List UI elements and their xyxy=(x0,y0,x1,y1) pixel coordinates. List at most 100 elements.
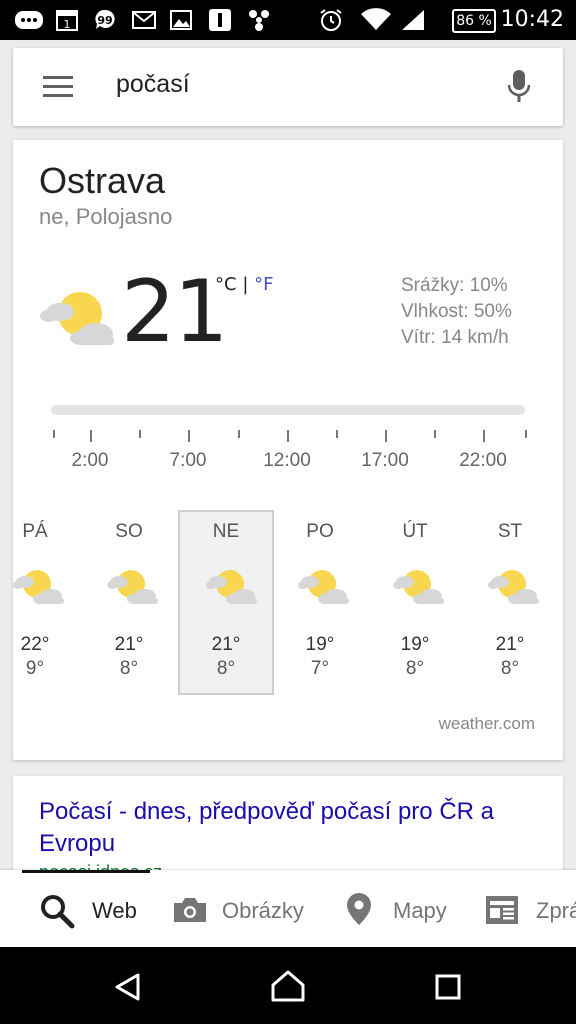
bottom-tab-bar: Web Obrázky Mapy Zprávy xyxy=(0,870,576,947)
forecast-day-name: ÚT xyxy=(402,521,428,542)
forecast-low: 8° xyxy=(216,658,236,679)
forecast-icon-wrap xyxy=(393,568,445,611)
forecast-low: 7° xyxy=(310,658,330,679)
forecast-low: 8° xyxy=(405,658,425,679)
forecast-low: 8° xyxy=(119,658,139,679)
timeline-tick xyxy=(287,430,289,442)
newspaper-icon xyxy=(486,896,518,924)
partly-cloudy-icon xyxy=(206,570,257,604)
wind: Vítr: 14 km/h xyxy=(401,327,509,348)
messaging-icon: 99 xyxy=(95,9,115,29)
timeline-label: 22:00 xyxy=(459,450,507,471)
result-title-link[interactable]: Počasí - dnes, předpověď počasí pro ČR a… xyxy=(39,796,539,860)
timeline-tick xyxy=(238,430,240,438)
partly-cloudy-icon xyxy=(393,570,444,604)
timeline-tick xyxy=(434,430,436,438)
forecast-day-name: ST xyxy=(497,521,523,542)
map-pin-icon xyxy=(347,893,371,925)
forecast-high: 21° xyxy=(211,634,241,655)
tab-news-label: Zprávy xyxy=(536,898,576,923)
menu-icon[interactable] xyxy=(43,76,73,98)
forecast-day[interactable]: ÚT 19° 8° xyxy=(367,510,463,695)
tab-web-label: Web xyxy=(92,898,137,923)
tab-news[interactable]: Zprávy xyxy=(485,870,576,947)
partly-cloudy-icon xyxy=(488,570,539,604)
app-icon xyxy=(209,9,231,31)
city-name: Ostrava xyxy=(39,160,166,201)
timeline-tick xyxy=(336,430,338,438)
tab-images[interactable]: Obrázky xyxy=(170,870,320,947)
forecast-icon-wrap xyxy=(488,568,540,611)
forecast-high: 22° xyxy=(20,634,50,655)
forecast-day[interactable]: ST 21° 8° xyxy=(462,510,558,695)
back-icon[interactable] xyxy=(112,971,144,1003)
calendar-icon: 1 xyxy=(56,10,78,31)
timeline-label: 12:00 xyxy=(263,450,311,471)
chat-icon xyxy=(15,11,43,29)
weather-card[interactable]: Ostrava ne, Polojasno 21 °C | °F Srážky:… xyxy=(13,140,563,760)
unit-switch: °C | °F xyxy=(215,274,273,295)
battery-icon: 86 % xyxy=(452,9,496,33)
tab-maps-label: Mapy xyxy=(393,898,447,923)
recents-icon[interactable] xyxy=(434,973,462,1001)
forecast-day-name: SO xyxy=(115,521,143,542)
partly-cloudy-icon xyxy=(107,570,158,604)
partly-cloudy-icon xyxy=(298,570,349,604)
forecast-day[interactable]: NE 21° 8° xyxy=(178,510,274,695)
svg-text:99: 99 xyxy=(97,14,112,27)
weather-condition: ne, Polojasno xyxy=(39,204,173,229)
timeline-tick xyxy=(53,430,55,438)
forecast-low: 9° xyxy=(25,658,45,679)
camera-icon xyxy=(174,898,206,922)
weather-details: Srážky: 10% Vlhkost: 50% Vítr: 14 km/h xyxy=(401,273,512,351)
forecast-icon-wrap xyxy=(107,568,159,611)
forecast-day[interactable]: PO 19° 7° xyxy=(272,510,368,695)
timeline-tick xyxy=(385,430,387,442)
search-icon xyxy=(41,895,75,929)
timeline-tick xyxy=(483,430,485,442)
forecast-high: 21° xyxy=(495,634,525,655)
tab-web[interactable]: Web xyxy=(22,870,150,947)
clock: 10:42 xyxy=(500,7,564,32)
current-temperature: 21 xyxy=(121,262,228,362)
forecast-day[interactable]: PÁ 22° 9° xyxy=(13,510,83,695)
forecast-day[interactable]: SO 21° 8° xyxy=(81,510,177,695)
tab-images-label: Obrázky xyxy=(222,898,304,923)
wifi-icon xyxy=(361,8,391,31)
precipitation: Srážky: 10% xyxy=(401,275,508,296)
forecast-low: 8° xyxy=(500,658,520,679)
timeline-slider[interactable] xyxy=(51,405,525,415)
gmail-icon xyxy=(132,11,156,29)
weather-source-link[interactable]: weather.com xyxy=(439,714,535,734)
humidity: Vlhkost: 50% xyxy=(401,301,512,322)
unit-fahrenheit[interactable]: °F xyxy=(254,274,273,295)
forecast-icon-wrap xyxy=(13,568,65,611)
mic-icon[interactable] xyxy=(507,68,531,104)
svg-text:1: 1 xyxy=(64,18,71,31)
timeline-label: 17:00 xyxy=(361,450,409,471)
home-icon[interactable] xyxy=(270,969,306,1003)
unit-separator: | xyxy=(242,274,249,295)
gallery-icon xyxy=(170,10,192,30)
alarm-icon xyxy=(320,9,342,31)
partly-cloudy-icon xyxy=(40,292,114,345)
search-bar[interactable]: počasí xyxy=(13,48,563,126)
search-input[interactable]: počasí xyxy=(116,70,190,99)
forecast-icon-wrap xyxy=(206,568,258,611)
navigation-bar xyxy=(0,947,576,1024)
forecast-high: 19° xyxy=(305,634,335,655)
unit-celsius: °C xyxy=(215,274,237,295)
timeline-tick xyxy=(525,430,527,438)
partly-cloudy-icon xyxy=(13,570,64,604)
forecast-icon-wrap xyxy=(298,568,350,611)
forecast-day-name: PÁ xyxy=(22,521,48,542)
signal-icon xyxy=(402,10,424,30)
forecast-day-name: NE xyxy=(212,521,240,542)
forecast-high: 19° xyxy=(400,634,430,655)
timeline-tick xyxy=(139,430,141,438)
tab-maps[interactable]: Mapy xyxy=(346,870,466,947)
forecast-high: 21° xyxy=(114,634,144,655)
fan-icon xyxy=(249,10,269,31)
timeline-tick xyxy=(188,430,190,442)
timeline-label: 7:00 xyxy=(169,450,207,471)
